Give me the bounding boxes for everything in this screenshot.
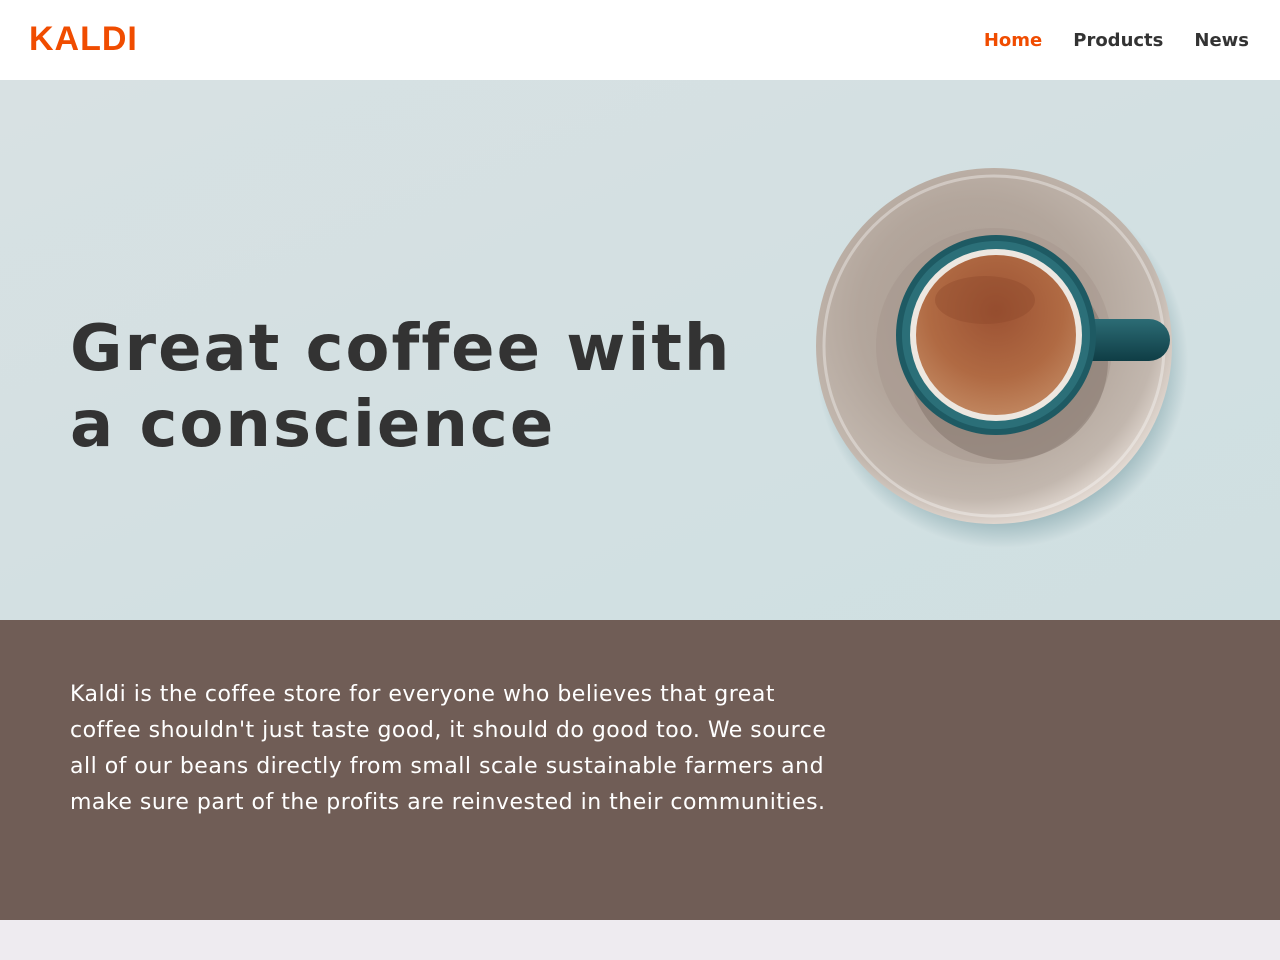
nav-products[interactable]: Products (1073, 30, 1163, 51)
hero-title: Great coffee with a conscience (70, 312, 732, 462)
page: KALDI Home Products News Great coffee wi… (0, 0, 1280, 960)
hero-section: Great coffee with a conscience (0, 80, 1280, 620)
nav-home[interactable]: Home (984, 30, 1042, 51)
footer-strip (0, 920, 1280, 960)
intro-section: Kaldi is the coffee store for everyone w… (0, 620, 1280, 920)
site-header: KALDI Home Products News (0, 0, 1280, 80)
coffee-cup-image (816, 168, 1188, 548)
logo-link[interactable]: KALDI (29, 22, 138, 56)
intro-text: Kaldi is the coffee store for everyone w… (70, 682, 827, 815)
main-nav: Home Products News (984, 30, 1249, 51)
nav-news[interactable]: News (1194, 30, 1249, 51)
